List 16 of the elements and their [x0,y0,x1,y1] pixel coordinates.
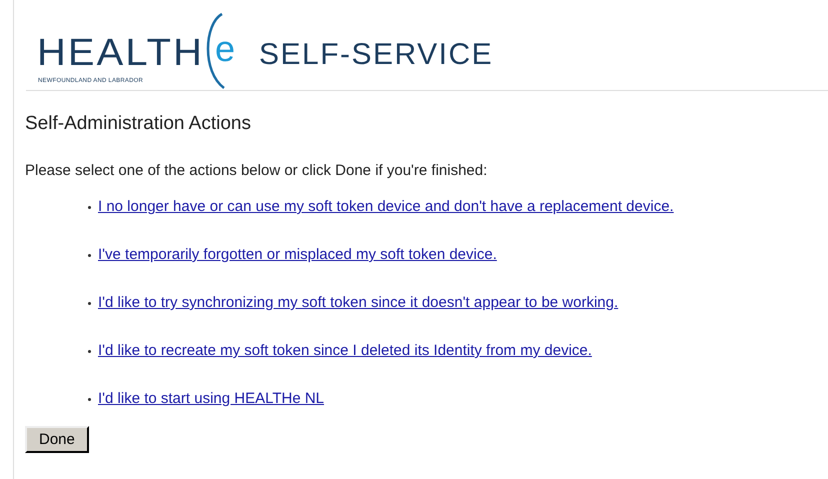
bullet-icon [88,206,91,208]
action-link[interactable]: I'd like to start using HEALTHe NL [98,389,324,409]
bullet-icon [88,302,91,304]
bullet-icon [88,398,91,400]
action-link[interactable]: I'd like to try synchronizing my soft token since it doesn't appear to be working. [98,293,618,313]
page-heading: Self-Administration Actions [25,113,252,135]
instruction-text: Please select one of the actions below or click Done if you're finished: [25,162,488,179]
bullet-icon [88,254,91,256]
bullet-icon [88,350,91,352]
action-link[interactable]: I've temporarily forgotten or misplaced my soft token device. [98,245,497,265]
done-button[interactable]: Done [25,426,89,453]
logo-brand: HEALTH [37,32,204,75]
action-link[interactable]: I'd like to recreate my soft token since I deleted its Identity from my device. [98,341,592,361]
logo-product: SELF-SERVICE [259,38,494,72]
action-link[interactable]: I no longer have or can use my soft token device and don't have a replacement device. [98,197,674,217]
logo-mark: e [215,28,236,70]
